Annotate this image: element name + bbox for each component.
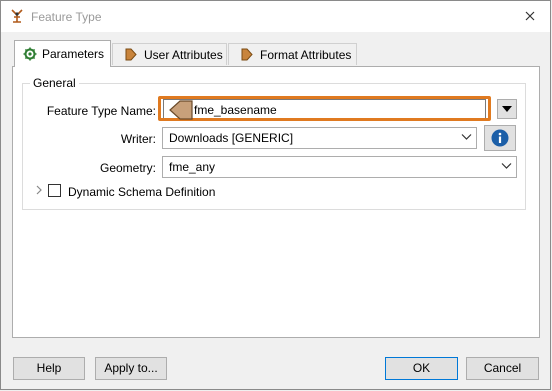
feature-type-name-dropdown-button[interactable] (497, 99, 517, 119)
triangle-down-icon (502, 106, 512, 112)
geometry-label: Geometry: (99, 161, 156, 175)
title-bar: Feature Type (1, 1, 550, 32)
geometry-select[interactable]: fme_any (162, 156, 517, 178)
feature-type-name-label: Feature Type Name: (46, 104, 156, 118)
close-button[interactable] (516, 4, 544, 28)
tab-parameters-label: Parameters (42, 47, 105, 61)
input-highlight-frame (158, 96, 491, 121)
dynamic-schema-label: Dynamic Schema Definition (68, 185, 216, 199)
chevron-down-icon (461, 134, 472, 140)
help-button[interactable]: Help (13, 357, 85, 380)
tab-format-attributes[interactable]: Format Attributes (228, 43, 357, 65)
expand-chevron-icon[interactable] (35, 185, 43, 195)
writer-select[interactable]: Downloads [GENERIC] (162, 127, 477, 149)
attribute-arrow-icon (125, 48, 137, 61)
writer-label: Writer: (120, 132, 156, 146)
attribute-arrow-icon (241, 48, 253, 61)
tab-user-attributes-label: User Attributes (144, 47, 223, 62)
writer-value: Downloads [GENERIC] (169, 131, 294, 145)
apply-to-button[interactable]: Apply to... (95, 357, 167, 380)
ok-button[interactable]: OK (385, 357, 458, 380)
writer-info-button[interactable] (484, 125, 516, 151)
chevron-down-icon (501, 163, 512, 169)
window-title: Feature Type (31, 10, 102, 24)
attribute-value-icon (169, 100, 193, 120)
dynamic-schema-checkbox[interactable] (48, 184, 61, 197)
close-icon (525, 11, 535, 21)
tab-format-attributes-label: Format Attributes (260, 47, 352, 62)
tab-user-attributes[interactable]: User Attributes (112, 43, 227, 65)
fme-app-icon (11, 9, 23, 23)
geometry-value: fme_any (169, 160, 216, 174)
general-group-title: General (30, 76, 79, 90)
gear-icon (23, 47, 37, 61)
info-icon (491, 129, 509, 147)
cancel-button[interactable]: Cancel (466, 357, 539, 380)
tab-parameters[interactable]: Parameters (14, 40, 111, 67)
